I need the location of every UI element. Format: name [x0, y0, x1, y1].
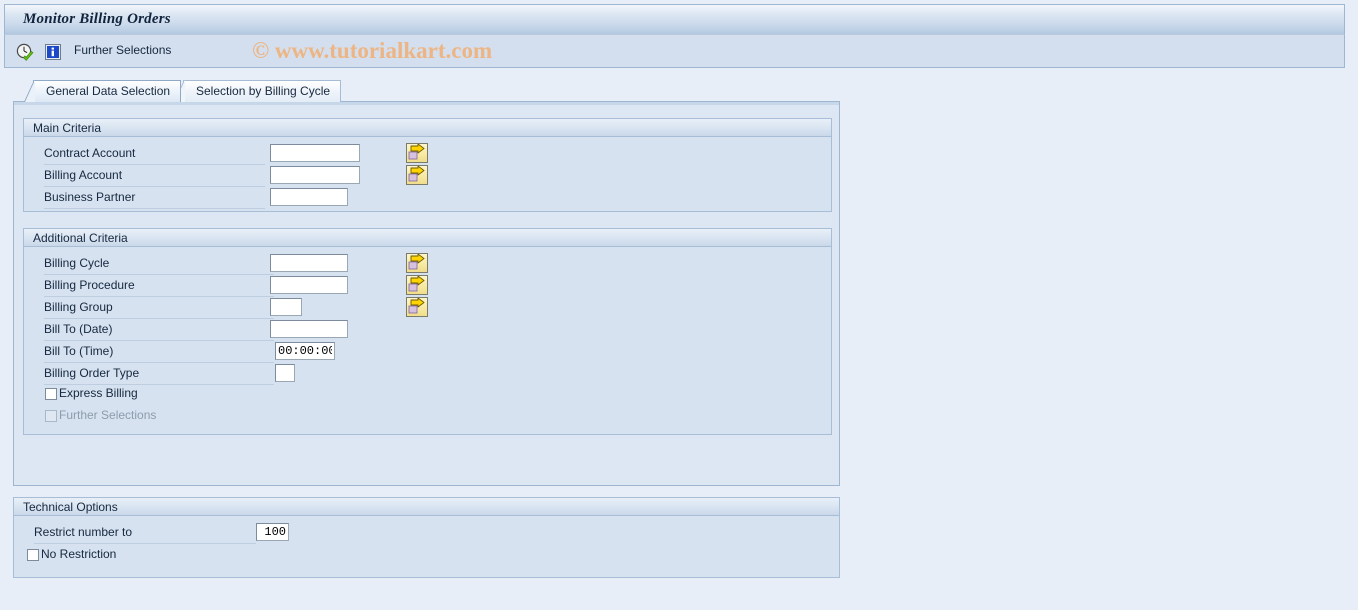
clock-check-icon[interactable] — [15, 42, 35, 62]
page-title: Monitor Billing Orders — [23, 11, 171, 27]
field-row-restrict-number-to: Restrict number to — [22, 522, 802, 544]
field-label: Business Partner — [44, 190, 136, 204]
field-row-bill-to-date: Bill To (Date) — [32, 319, 812, 341]
toolbar-further-selections-label[interactable]: Further Selections — [74, 43, 171, 57]
field-row-contract-account: Contract Account — [32, 143, 812, 165]
application-window: Monitor Billing Orders Further Selection… — [0, 0, 1358, 610]
checkbox-further-selections — [45, 410, 57, 422]
group-header-additional-criteria: Additional Criteria — [24, 229, 831, 247]
input-billing-cycle[interactable] — [270, 254, 348, 272]
field-label: Bill To (Time) — [44, 344, 114, 358]
field-row-billing-group: Billing Group — [32, 297, 812, 319]
field-underline — [44, 208, 265, 209]
input-restrict-number-to[interactable] — [256, 523, 289, 541]
field-row-billing-cycle: Billing Cycle — [32, 253, 812, 275]
field-label: Bill To (Date) — [44, 322, 113, 336]
field-row-billing-order-type: Billing Order Type — [32, 363, 812, 385]
tab-general-data-selection[interactable]: General Data Selection — [33, 80, 182, 102]
group-technical-options: Technical Options Restrict number to No … — [13, 497, 840, 578]
field-label: Billing Procedure — [44, 278, 135, 292]
multi-selection-billing-group[interactable] — [406, 297, 428, 317]
field-row-business-partner: Business Partner — [32, 187, 812, 209]
field-row-bill-to-time: Bill To (Time) — [32, 341, 812, 363]
input-business-partner[interactable] — [270, 188, 348, 206]
group-main-criteria: Main Criteria Contract Account Billing A… — [23, 118, 832, 212]
field-label: Restrict number to — [34, 525, 133, 539]
application-toolbar: Further Selections — [4, 34, 1345, 68]
checkbox-express-billing[interactable] — [45, 388, 57, 400]
input-billing-order-type[interactable] — [275, 364, 295, 382]
tab-content-panel: Main Criteria Contract Account Billing A… — [13, 101, 840, 486]
tab-label: Selection by Billing Cycle — [196, 84, 331, 98]
field-label: Billing Account — [44, 168, 123, 182]
panel-top-divider — [14, 102, 839, 105]
group-title: Technical Options — [23, 500, 118, 514]
group-header-main-criteria: Main Criteria — [24, 119, 831, 137]
group-header-technical-options: Technical Options — [14, 498, 839, 516]
field-label: Contract Account — [44, 146, 136, 160]
group-title: Main Criteria — [33, 121, 102, 135]
info-icon[interactable] — [43, 42, 63, 62]
input-billing-account[interactable] — [270, 166, 360, 184]
input-bill-to-time[interactable] — [275, 342, 335, 360]
field-label: Billing Order Type — [44, 366, 140, 380]
tab-strip: General Data Selection Selection by Bill… — [13, 80, 1013, 102]
field-row-billing-procedure: Billing Procedure — [32, 275, 812, 297]
field-label: Billing Group — [44, 300, 113, 314]
tab-label: General Data Selection — [46, 84, 171, 98]
group-body-technical-options: Restrict number to No Restriction — [14, 517, 839, 577]
tab-selection-by-billing-cycle[interactable]: Selection by Billing Cycle — [183, 80, 342, 102]
multi-selection-billing-cycle[interactable] — [406, 253, 428, 273]
input-contract-account[interactable] — [270, 144, 360, 162]
field-underline — [34, 543, 256, 544]
field-label: Billing Cycle — [44, 256, 110, 270]
group-title: Additional Criteria — [33, 231, 128, 245]
input-billing-procedure[interactable] — [270, 276, 348, 294]
group-body-additional-criteria: Billing Cycle Billing Procedure Billing … — [24, 248, 831, 434]
group-additional-criteria: Additional Criteria Billing Cycle Billin… — [23, 228, 832, 435]
window-title-bar: Monitor Billing Orders — [4, 4, 1345, 34]
checkbox-label: Express Billing — [59, 386, 138, 400]
multi-selection-billing-account[interactable] — [406, 165, 428, 185]
multi-selection-billing-procedure[interactable] — [406, 275, 428, 295]
field-row-billing-account: Billing Account — [32, 165, 812, 187]
checkbox-label: Further Selections — [59, 408, 157, 422]
checkbox-no-restriction[interactable] — [27, 549, 39, 561]
checkbox-label: No Restriction — [41, 547, 117, 561]
input-bill-to-date[interactable] — [270, 320, 348, 338]
field-underline — [44, 384, 274, 385]
multi-selection-contract-account[interactable] — [406, 143, 428, 163]
input-billing-group[interactable] — [270, 298, 302, 316]
group-body-main-criteria: Contract Account Billing Account Busines… — [24, 138, 831, 211]
